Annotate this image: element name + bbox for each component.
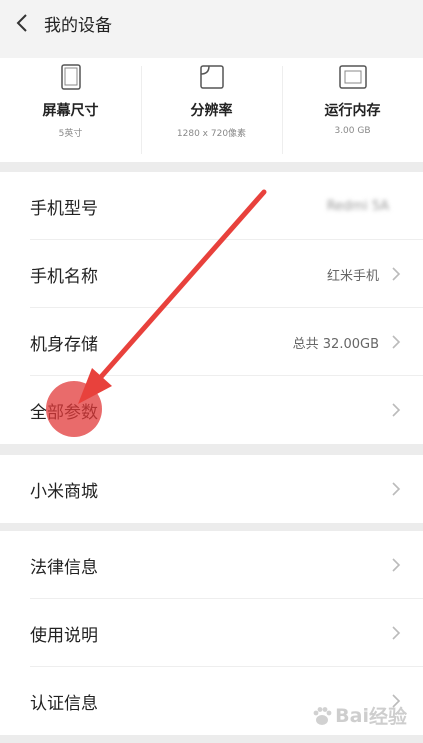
spec-screen-size: 屏幕尺寸 5英寸 — [0, 58, 141, 162]
row-label: 手机名称 — [30, 266, 98, 287]
chevron-right-icon — [392, 335, 401, 349]
spec-label: 运行内存 — [324, 103, 381, 119]
row-phone-name[interactable]: 手机名称 红米手机 — [0, 240, 423, 308]
chevron-right-icon — [392, 626, 401, 640]
row-label: 使用说明 — [30, 625, 98, 646]
row-label: 小米商城 — [30, 481, 98, 502]
row-all-specs[interactable]: 全部参数 — [0, 376, 423, 444]
row-user-guide[interactable]: 使用说明 — [0, 599, 423, 667]
row-label: 机身存储 — [30, 334, 98, 355]
row-phone-model: 手机型号 Redmi 5A — [0, 172, 423, 240]
row-legal-info[interactable]: 法律信息 — [0, 531, 423, 599]
back-chevron-icon[interactable] — [10, 8, 34, 38]
watermark-suffix: 经验 — [368, 706, 407, 728]
screen-size-icon — [60, 64, 81, 90]
device-info-group: 手机型号 Redmi 5A 手机名称 红米手机 机身存储 总共 32.00GB … — [0, 172, 423, 444]
memory-icon — [338, 65, 367, 89]
phone-model-value: Redmi 5A — [326, 198, 389, 214]
row-label: 法律信息 — [30, 557, 98, 578]
storage-value: 总共 32.00GB — [292, 336, 379, 352]
chevron-right-icon — [392, 482, 401, 496]
spec-label: 分辨率 — [190, 103, 233, 119]
app-header: 我的设备 — [0, 0, 423, 60]
spec-value: 5英寸 — [58, 129, 83, 139]
chevron-right-icon — [392, 267, 401, 281]
store-group: 小米商城 — [0, 455, 423, 523]
page-title: 我的设备 — [44, 15, 112, 36]
spec-value: 1280 x 720像素 — [176, 129, 247, 139]
baidu-watermark: Bai 经验 — [311, 702, 407, 729]
row-label: 手机型号 — [30, 198, 98, 219]
spec-label: 屏幕尺寸 — [42, 103, 99, 119]
phone-name-value: 红米手机 — [326, 268, 379, 284]
baidu-paw-icon — [313, 706, 332, 725]
spec-value: 3.00 GB — [334, 126, 371, 136]
chevron-right-icon — [392, 403, 401, 417]
device-specs-panel: 屏幕尺寸 5英寸 分辨率 1280 x 720像素 运行内存 3.00 GB — [0, 58, 423, 162]
row-mi-store[interactable]: 小米商城 — [0, 455, 423, 523]
chevron-right-icon — [392, 558, 401, 572]
resolution-icon — [199, 65, 224, 89]
row-storage[interactable]: 机身存储 总共 32.00GB — [0, 308, 423, 376]
watermark-text: Bai — [335, 704, 369, 727]
row-label: 全部参数 — [30, 402, 98, 423]
spec-resolution: 分辨率 1280 x 720像素 — [141, 58, 282, 162]
spec-memory: 运行内存 3.00 GB — [282, 58, 423, 162]
